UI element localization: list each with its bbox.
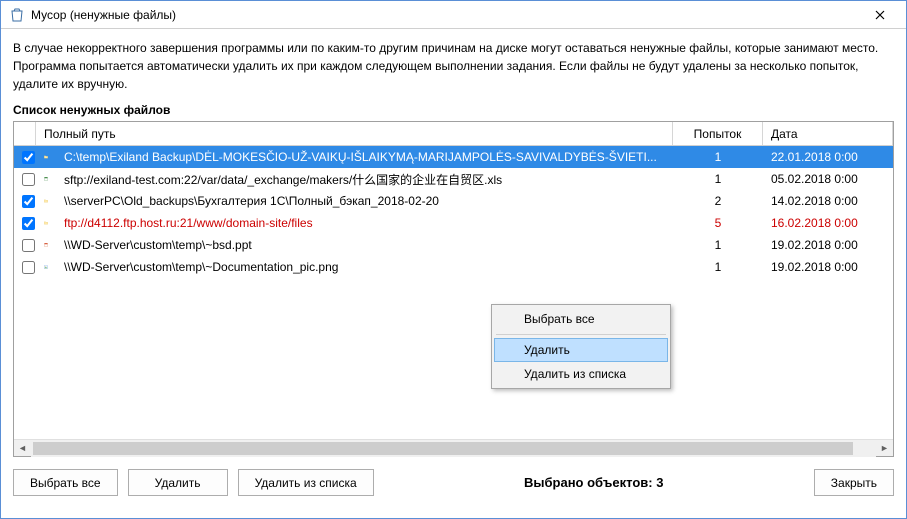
row-attempts: 2 bbox=[673, 192, 763, 210]
row-checkbox[interactable] bbox=[22, 239, 35, 252]
h-scrollbar[interactable]: ◄ ► bbox=[14, 439, 893, 456]
column-checkbox bbox=[14, 122, 36, 145]
row-checkbox-cell bbox=[14, 215, 36, 232]
row-checkbox-cell bbox=[14, 171, 36, 188]
remove-from-list-button[interactable]: Удалить из списка bbox=[238, 469, 374, 496]
close-button[interactable] bbox=[860, 1, 900, 28]
row-checkbox[interactable] bbox=[22, 173, 35, 186]
xls-icon bbox=[36, 169, 56, 189]
file-grid: Полный путь Попыток Дата C:\temp\Exiland… bbox=[13, 121, 894, 457]
scroll-track[interactable] bbox=[31, 440, 876, 457]
table-row[interactable]: \\WD-Server\custom\temp\~Documentation_p… bbox=[14, 256, 893, 278]
context-menu: Выбрать все Удалить Удалить из списка bbox=[491, 304, 671, 389]
row-checkbox-cell bbox=[14, 237, 36, 254]
row-path: C:\temp\Exiland Backup\DĖL-MOKESČIO-UŽ-V… bbox=[56, 148, 673, 166]
row-attempts: 5 bbox=[673, 214, 763, 232]
column-attempts[interactable]: Попыток bbox=[673, 122, 763, 145]
row-path: ftp://d4112.ftp.host.ru:21/www/domain-si… bbox=[56, 214, 673, 232]
folder-icon bbox=[36, 191, 56, 211]
folder-icon bbox=[36, 147, 56, 167]
description-text: В случае некорректного завершения програ… bbox=[13, 39, 894, 93]
row-checkbox-cell bbox=[14, 259, 36, 276]
close-footer-button[interactable]: Закрыть bbox=[814, 469, 894, 496]
table-row[interactable]: sftp://exiland-test.com:22/var/data/_exc… bbox=[14, 168, 893, 190]
grid-body: C:\temp\Exiland Backup\DĖL-MOKESČIO-UŽ-V… bbox=[14, 146, 893, 439]
table-row[interactable]: ftp://d4112.ftp.host.ru:21/www/domain-si… bbox=[14, 212, 893, 234]
row-checkbox[interactable] bbox=[22, 195, 35, 208]
row-path: sftp://exiland-test.com:22/var/data/_exc… bbox=[56, 169, 673, 190]
column-date[interactable]: Дата bbox=[763, 122, 893, 145]
select-all-button[interactable]: Выбрать все bbox=[13, 469, 118, 496]
selection-status: Выбрано объектов: 3 bbox=[384, 475, 804, 490]
delete-button[interactable]: Удалить bbox=[128, 469, 228, 496]
row-date: 14.02.2018 0:00 bbox=[763, 192, 893, 210]
column-path[interactable]: Полный путь bbox=[36, 122, 673, 145]
scroll-thumb[interactable] bbox=[33, 442, 853, 455]
ppt-icon bbox=[36, 235, 56, 255]
scroll-left-arrow[interactable]: ◄ bbox=[14, 440, 31, 457]
row-date: 22.01.2018 0:00 bbox=[763, 148, 893, 166]
window-title: Мусор (ненужные файлы) bbox=[31, 8, 860, 22]
trash-icon bbox=[9, 7, 25, 23]
content-area: В случае некорректного завершения програ… bbox=[1, 29, 906, 518]
row-date: 16.02.2018 0:00 bbox=[763, 214, 893, 232]
trash-window: Мусор (ненужные файлы) В случае некоррек… bbox=[0, 0, 907, 519]
table-row[interactable]: \\WD-Server\custom\temp\~bsd.ppt119.02.2… bbox=[14, 234, 893, 256]
img-icon bbox=[36, 257, 56, 277]
scroll-right-arrow[interactable]: ► bbox=[876, 440, 893, 457]
folder-icon bbox=[36, 213, 56, 233]
row-attempts: 1 bbox=[673, 170, 763, 188]
ctx-select-all[interactable]: Выбрать все bbox=[494, 307, 668, 331]
table-row[interactable]: \\serverPC\Old_backups\Бухгалтерия 1С\По… bbox=[14, 190, 893, 212]
row-attempts: 1 bbox=[673, 236, 763, 254]
table-row[interactable]: C:\temp\Exiland Backup\DĖL-MOKESČIO-UŽ-V… bbox=[14, 146, 893, 168]
row-attempts: 1 bbox=[673, 258, 763, 276]
row-date: 05.02.2018 0:00 bbox=[763, 170, 893, 188]
row-date: 19.02.2018 0:00 bbox=[763, 236, 893, 254]
ctx-separator bbox=[496, 334, 666, 335]
footer: Выбрать все Удалить Удалить из списка Вы… bbox=[13, 457, 894, 496]
row-path: \\WD-Server\custom\temp\~Documentation_p… bbox=[56, 258, 673, 276]
row-checkbox[interactable] bbox=[22, 261, 35, 274]
row-path: \\WD-Server\custom\temp\~bsd.ppt bbox=[56, 236, 673, 254]
grid-header: Полный путь Попыток Дата bbox=[14, 122, 893, 146]
row-date: 19.02.2018 0:00 bbox=[763, 258, 893, 276]
row-checkbox[interactable] bbox=[22, 151, 35, 164]
row-checkbox-cell bbox=[14, 149, 36, 166]
row-checkbox[interactable] bbox=[22, 217, 35, 230]
ctx-delete[interactable]: Удалить bbox=[494, 338, 668, 362]
row-path: \\serverPC\Old_backups\Бухгалтерия 1С\По… bbox=[56, 192, 673, 210]
titlebar: Мусор (ненужные файлы) bbox=[1, 1, 906, 29]
row-attempts: 1 bbox=[673, 148, 763, 166]
row-checkbox-cell bbox=[14, 193, 36, 210]
list-heading: Список ненужных файлов bbox=[13, 103, 894, 117]
ctx-remove-from-list[interactable]: Удалить из списка bbox=[494, 362, 668, 386]
